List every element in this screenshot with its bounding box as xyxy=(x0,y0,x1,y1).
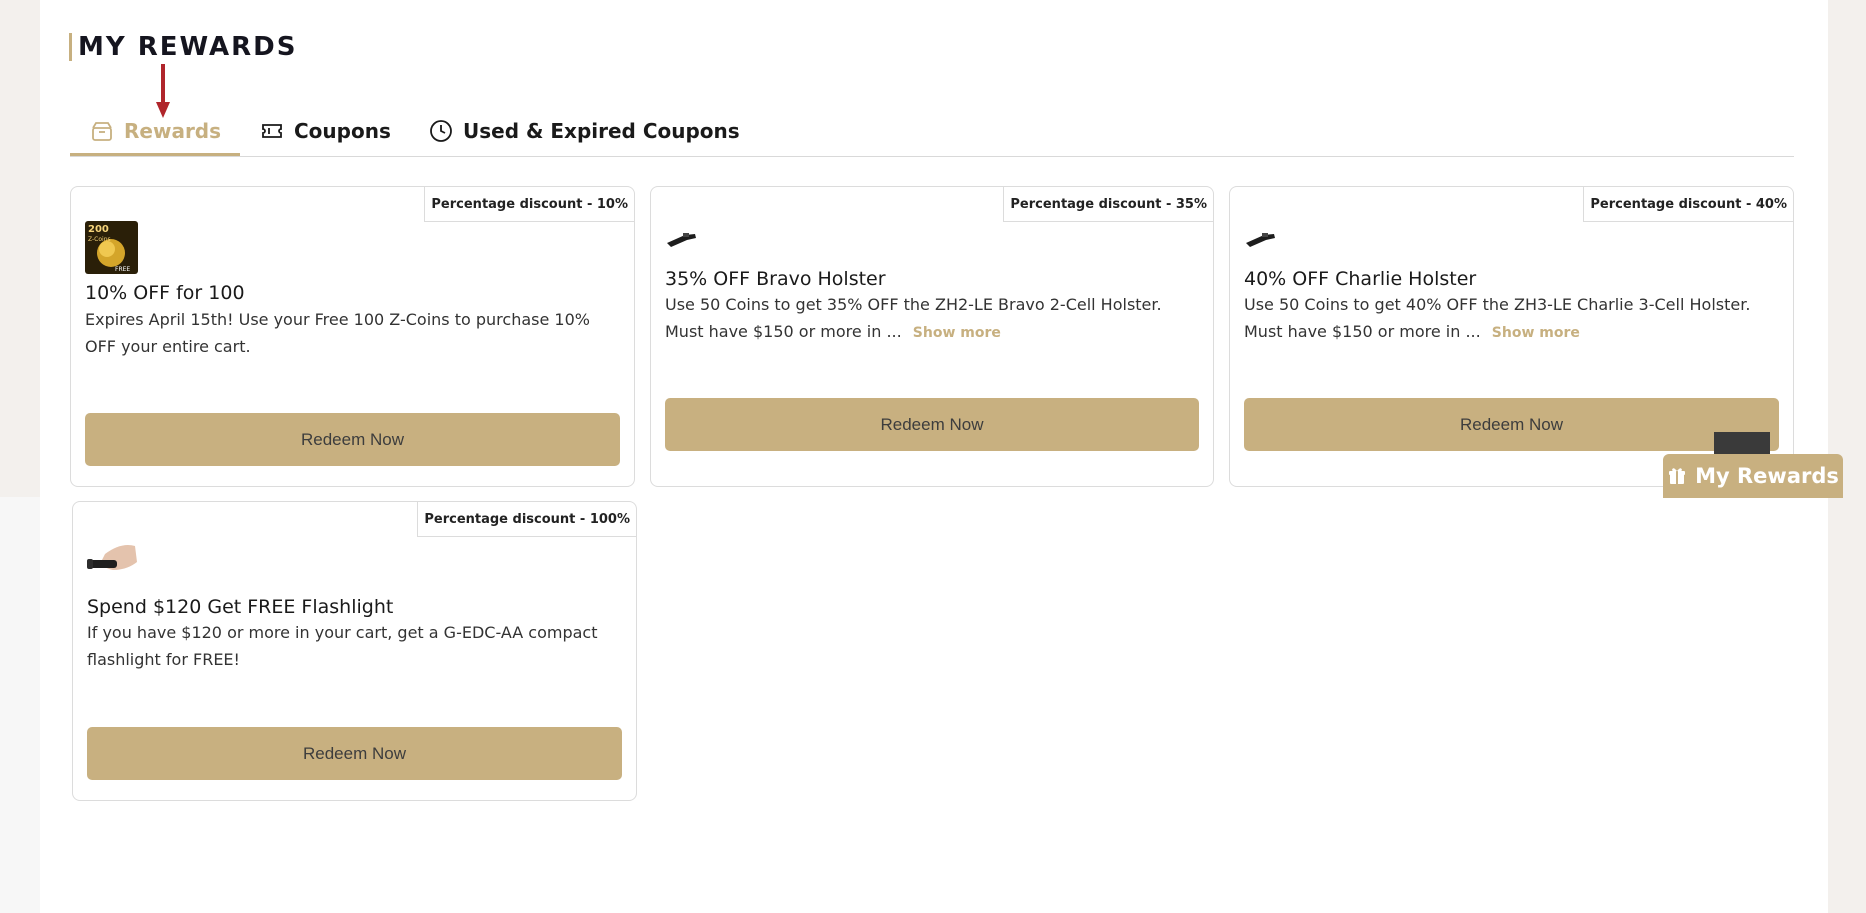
title-accent-bar xyxy=(69,33,72,61)
reward-title: 10% OFF for 100 xyxy=(85,282,245,304)
page-margin-left-lower xyxy=(0,497,40,913)
show-more-link[interactable]: Show more xyxy=(1492,325,1580,341)
tab-used-expired-coupons[interactable]: Used & Expired Coupons xyxy=(429,108,740,154)
reward-description: Use 50 Coins to get 35% OFF the ZH2-LE B… xyxy=(665,291,1179,347)
tab-used-expired-label: Used & Expired Coupons xyxy=(463,119,740,143)
show-more-link[interactable]: Show more xyxy=(913,325,1001,341)
coins-image-free: FREE xyxy=(115,266,130,273)
tab-rewards-label: Rewards xyxy=(124,119,222,143)
overlay-element xyxy=(1714,432,1770,456)
my-rewards-label: My Rewards xyxy=(1695,464,1839,488)
ticket-icon xyxy=(260,119,284,143)
clock-icon xyxy=(429,119,453,143)
reward-card: Percentage discount - 35% 35% OFF Bravo … xyxy=(650,186,1214,487)
page-title: MY REWARDS xyxy=(69,32,298,62)
holster-image xyxy=(1244,229,1278,249)
reward-title: 40% OFF Charlie Holster xyxy=(1244,268,1477,290)
holster-image xyxy=(665,229,699,249)
discount-badge: Percentage discount - 40% xyxy=(1583,187,1793,222)
gift-icon xyxy=(1667,466,1687,486)
tab-coupons-label: Coupons xyxy=(294,119,391,143)
coins-reward-image: 200 Z-Coins FREE xyxy=(85,221,138,274)
redeem-now-button[interactable]: Redeem Now xyxy=(665,398,1199,451)
reward-description: If you have $120 or more in your cart, g… xyxy=(87,619,602,673)
discount-badge: Percentage discount - 10% xyxy=(424,187,634,222)
reward-description-text: If you have $120 or more in your cart, g… xyxy=(87,623,598,669)
coins-image-currency: Z-Coins xyxy=(88,236,111,243)
my-rewards-floating-button[interactable]: My Rewards xyxy=(1663,454,1843,498)
discount-badge: Percentage discount - 35% xyxy=(1003,187,1213,222)
reward-description: Use 50 Coins to get 40% OFF the ZH3-LE C… xyxy=(1244,291,1759,347)
coins-image-amount: 200 xyxy=(88,224,109,235)
reward-description: Expires April 15th! Use your Free 100 Z-… xyxy=(85,306,600,360)
redeem-now-button[interactable]: Redeem Now xyxy=(85,413,620,466)
page-margin-left xyxy=(0,0,40,497)
reward-title: Spend $120 Get FREE Flashlight xyxy=(87,596,394,618)
reward-card: Percentage discount - 40% 40% OFF Charli… xyxy=(1229,186,1794,487)
redeem-now-button[interactable]: Redeem Now xyxy=(1244,398,1779,451)
page-title-text: MY REWARDS xyxy=(78,32,298,62)
redeem-now-button[interactable]: Redeem Now xyxy=(87,727,622,780)
tab-rewards[interactable]: Rewards xyxy=(90,108,221,154)
tab-coupons[interactable]: Coupons xyxy=(260,108,391,154)
discount-badge: Percentage discount - 100% xyxy=(417,502,636,537)
rewards-tabs: Rewards Coupons Used & Expired Coupons xyxy=(70,108,1794,157)
reward-title: 35% OFF Bravo Holster xyxy=(665,268,886,290)
reward-card: Percentage discount - 100% Spend $120 Ge… xyxy=(72,501,637,801)
flashlight-image xyxy=(87,540,139,582)
reward-card: Percentage discount - 10% 200 Z-Coins FR… xyxy=(70,186,635,487)
reward-description-text: Expires April 15th! Use your Free 100 Z-… xyxy=(85,310,590,356)
active-tab-indicator xyxy=(70,153,240,156)
gift-box-icon xyxy=(90,119,114,143)
